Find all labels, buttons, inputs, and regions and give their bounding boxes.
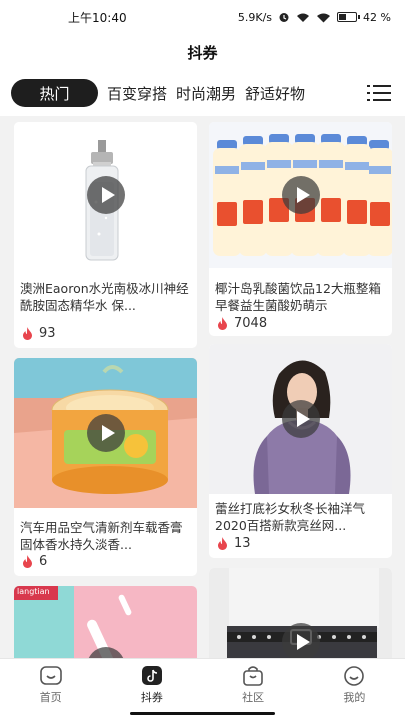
like-count: 13 (217, 536, 251, 551)
category-tabs: 热门 百变穿搭 时尚潮男 舒适好物 (0, 70, 405, 116)
product-thumbnail (14, 122, 197, 268)
home-indicator[interactable] (130, 712, 275, 715)
like-count: 7048 (217, 316, 267, 331)
product-thumbnail (14, 358, 197, 508)
tab-comfort-goods[interactable]: 舒适好物 (245, 79, 305, 107)
nav-profile[interactable]: 我的 (304, 659, 405, 720)
page-header: 抖券 (0, 34, 405, 70)
like-count: 6 (22, 554, 47, 569)
flame-icon (23, 555, 32, 568)
play-icon[interactable] (86, 176, 125, 214)
battery-percent: 42 % (363, 10, 391, 24)
tiktok-icon (141, 666, 162, 685)
flame-icon (218, 317, 227, 330)
status-time: 上午10:40 (68, 10, 127, 25)
play-icon[interactable] (281, 623, 320, 658)
play-icon[interactable] (281, 400, 320, 438)
product-card[interactable]: 椰汁岛乳酸菌饮品12大瓶整箱早餐益生菌酸奶萌示 7048 (209, 122, 392, 336)
brand-label: langtian (17, 587, 50, 596)
nav-home[interactable]: 首页 (0, 659, 101, 720)
product-thumbnail (209, 344, 392, 494)
product-title: 椰汁岛乳酸菌饮品12大瓶整箱早餐益生菌酸奶萌示 (215, 281, 381, 313)
page-title: 抖券 (187, 43, 218, 62)
product-card[interactable] (209, 568, 392, 658)
product-card[interactable]: 汽车用品空气清新剂车载香膏固体香水持久淡香... 6 (14, 358, 197, 576)
flame-icon (23, 327, 32, 340)
product-thumbnail (209, 122, 392, 268)
wifi-icon (317, 13, 331, 22)
product-title: 蕾丝打底衫女秋冬长袖洋气2020百搭新款亮丝网... (215, 501, 366, 533)
home-icon (39, 666, 62, 685)
play-icon[interactable] (281, 176, 320, 214)
category-menu-icon[interactable] (367, 83, 391, 103)
status-icons: 5.9K/s 42 % (238, 11, 391, 24)
flame-icon (218, 537, 227, 550)
like-count: 93 (22, 326, 56, 341)
nav-community[interactable]: 社区 (203, 659, 304, 720)
bag-icon (243, 666, 263, 686)
product-thumbnail (209, 568, 392, 658)
product-thumbnail: langtian (14, 586, 197, 658)
nav-douquan[interactable]: 抖券 (101, 659, 202, 720)
network-speed: 5.9K/s (237, 10, 273, 24)
tab-mens-fashion[interactable]: 时尚潮男 (176, 79, 236, 107)
status-bar: 上午10:40 5.9K/s 42 % (0, 0, 405, 34)
product-feed: 澳洲Eaoron水光南极冰川神经酰胺固态精华水 保... 93 椰汁岛乳酸菌饮品… (0, 116, 405, 658)
tab-outfits[interactable]: 百变穿搭 (107, 79, 167, 107)
product-title: 汽车用品空气清新剂车载香膏固体香水持久淡香... (20, 520, 183, 552)
battery-icon (337, 12, 361, 22)
smile-icon (344, 666, 365, 686)
product-card[interactable]: langtian (14, 586, 197, 658)
tab-hot[interactable]: 热门 (11, 79, 98, 107)
product-card[interactable]: 蕾丝打底衫女秋冬长袖洋气2020百搭新款亮丝网... 13 (209, 344, 392, 558)
alarm-icon (279, 13, 289, 22)
product-title: 澳洲Eaoron水光南极冰川神经酰胺固态精华水 保... (20, 281, 189, 313)
play-icon[interactable] (86, 414, 125, 452)
signal-icon (297, 13, 310, 22)
product-card[interactable]: 澳洲Eaoron水光南极冰川神经酰胺固态精华水 保... 93 (14, 122, 197, 348)
bottom-nav: 首页 抖券 社区 我的 (0, 658, 405, 720)
